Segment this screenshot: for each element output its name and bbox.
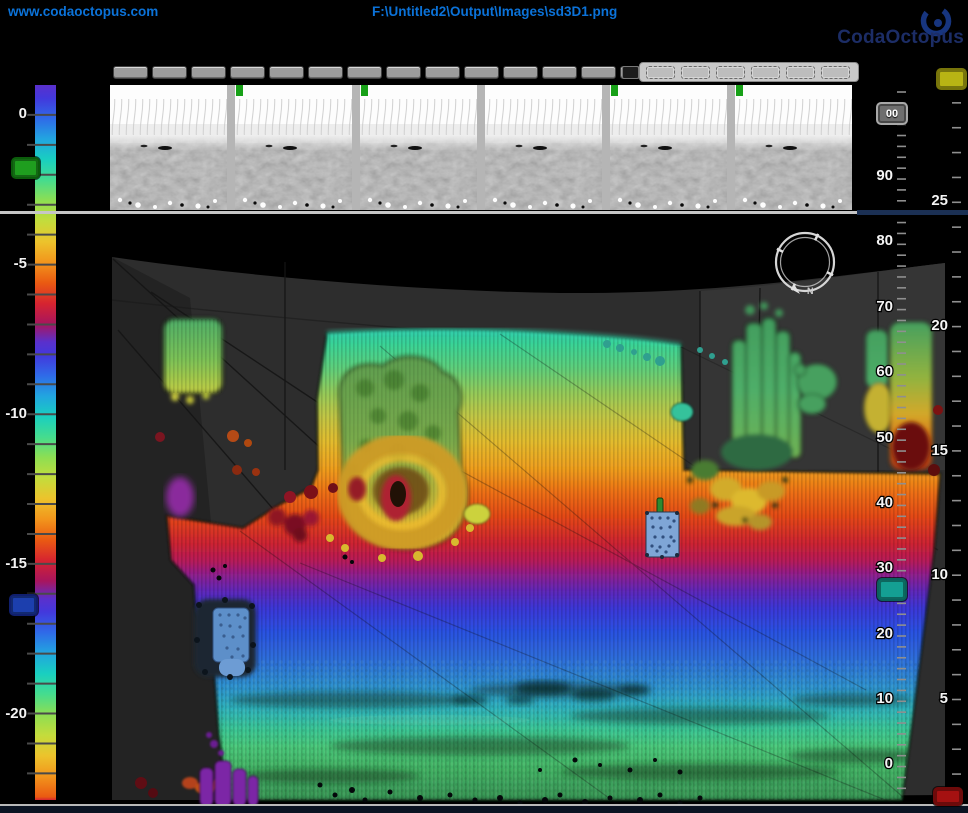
sonar-thumbnail-image [735, 85, 852, 210]
toolbar-button[interactable] [542, 66, 577, 79]
sonar-thumbnail-image [610, 85, 727, 210]
sonar-thumbnail-image [235, 85, 352, 210]
sonar-thumbnail-image [485, 85, 602, 210]
range-axis-label: 90 [876, 167, 893, 184]
sonar-thumbnail[interactable] [610, 85, 727, 210]
toolbar-button[interactable] [191, 66, 226, 79]
toolbar-button[interactable] [269, 66, 304, 79]
snapshot-toolbar [113, 66, 659, 79]
toolbar-button[interactable] [386, 66, 421, 79]
frame-counter-badge[interactable]: 00 [876, 102, 908, 125]
website-link[interactable]: www.codaoctopus.com [8, 4, 158, 19]
codaoctopus-logo: CodaOctopus [816, 0, 966, 56]
sonar-thumbnail-image [360, 85, 477, 210]
toolbar-button-selected[interactable] [716, 66, 745, 79]
compass-north-label: N [807, 286, 814, 296]
yellow-marker-button[interactable] [936, 68, 967, 90]
toolbar-button[interactable] [230, 66, 265, 79]
toolbar-button-selected[interactable] [681, 66, 710, 79]
toolbar-button[interactable] [581, 66, 616, 79]
toolbar-button[interactable] [425, 66, 460, 79]
toolbar-button-selected[interactable] [646, 66, 675, 79]
bottom-separator [0, 804, 968, 806]
horizontal-separator [0, 211, 857, 214]
3d-point-cloud-view[interactable]: N [0, 213, 968, 806]
toolbar-button[interactable] [308, 66, 343, 79]
sonar-thumbnail[interactable] [485, 85, 602, 210]
horizontal-separator-right [857, 210, 968, 215]
green-flag [611, 85, 618, 96]
selected-toolbar-group [639, 62, 859, 82]
toolbar-button-selected[interactable] [786, 66, 815, 79]
distance-axis-label: 25 [931, 192, 948, 209]
sonar-filmstrip [110, 85, 852, 210]
frame-counter-badge-label: 00 [886, 108, 898, 120]
toolbar-button[interactable] [503, 66, 538, 79]
blue-marker-button[interactable] [9, 594, 38, 616]
floating-debris-slab [164, 319, 222, 404]
toolbar-divider-notch [622, 66, 639, 79]
toolbar-button[interactable] [464, 66, 499, 79]
file-path-text: F:\Untitled2\Output\Images\sd3D1.png [372, 4, 617, 19]
green-marker-button[interactable] [11, 157, 40, 179]
green-flag [236, 85, 243, 96]
toolbar-button-selected[interactable] [751, 66, 780, 79]
toolbar-button[interactable] [113, 66, 148, 79]
sonar-thumbnail[interactable] [360, 85, 477, 210]
sonar-thumbnail-image [110, 85, 227, 210]
logo-text: CodaOctopus [837, 27, 964, 49]
application-window: www.codaoctopus.com F:\Untitled2\Output\… [0, 0, 968, 813]
data-gap-with-blue-box [194, 597, 256, 680]
green-flag [361, 85, 368, 96]
sonar-thumbnail[interactable] [110, 85, 227, 210]
toolbar-button-selected[interactable] [821, 66, 850, 79]
green-flag [736, 85, 743, 96]
red-marker-button[interactable] [933, 787, 963, 806]
sonar-thumbnail[interactable] [235, 85, 352, 210]
colorbar-label: 0 [19, 105, 27, 122]
toolbar-button[interactable] [347, 66, 382, 79]
top-bar: www.codaoctopus.com F:\Untitled2\Output\… [0, 0, 968, 58]
teal-marker-button[interactable] [877, 578, 907, 601]
toolbar-button[interactable] [152, 66, 187, 79]
sonar-thumbnail[interactable] [735, 85, 852, 210]
target-antenna [657, 498, 663, 513]
bottom-edge-strip [0, 806, 968, 813]
